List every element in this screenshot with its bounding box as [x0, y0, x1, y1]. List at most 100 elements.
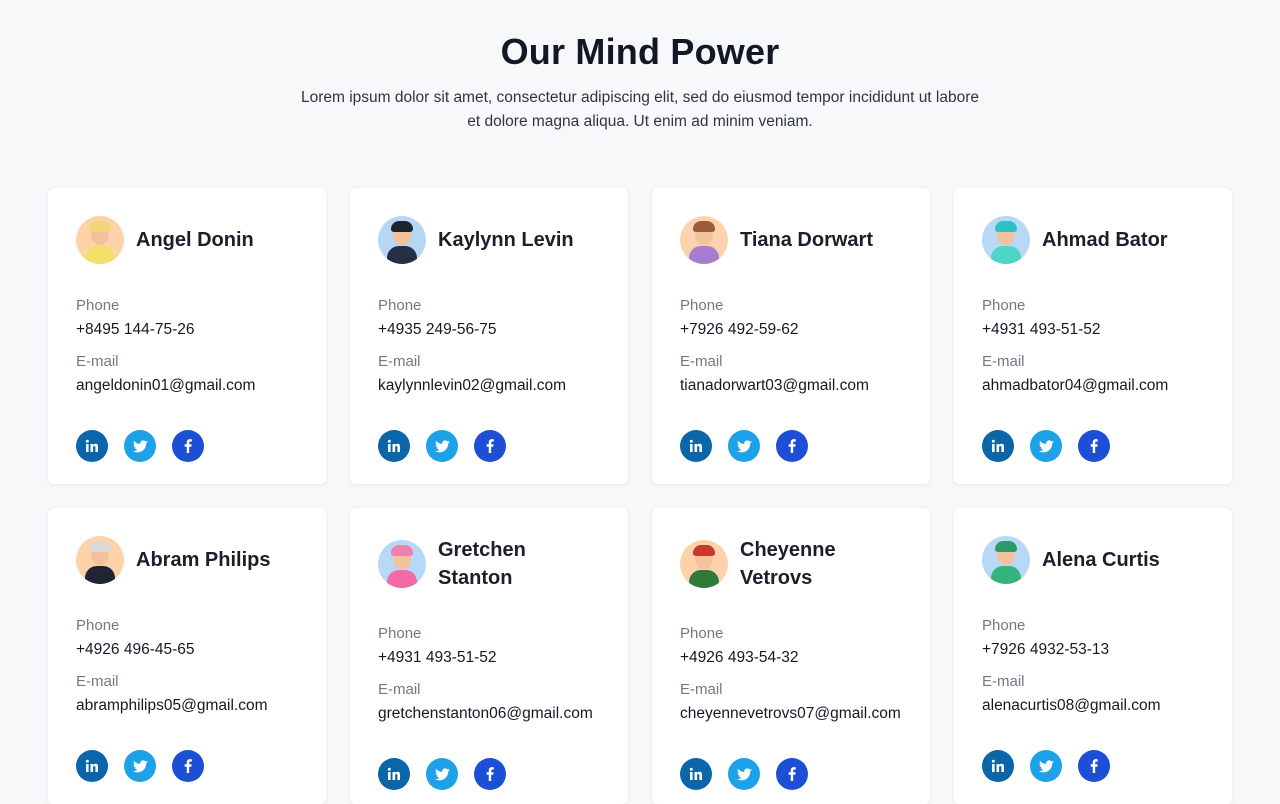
contact-fields: Phone +8495 144-75-26 E-mail angeldonin0… [76, 294, 298, 398]
facebook-button[interactable] [474, 758, 506, 790]
avatar-body [387, 246, 417, 264]
avatar-hair [995, 541, 1017, 552]
linkedin-button[interactable] [680, 430, 712, 462]
contact-fields: Phone +4935 249-56-75 E-mail kaylynnlevi… [378, 294, 600, 398]
linkedin-icon [85, 759, 98, 772]
email-label: E-mail [680, 353, 723, 370]
facebook-icon [788, 767, 796, 781]
twitter-icon [736, 439, 752, 452]
phone-label: Phone [378, 625, 422, 642]
email-value: ahmadbator04@gmail.com [982, 377, 1169, 394]
contact-fields: Phone +4926 493-54-32 E-mail cheyennevet… [680, 622, 902, 726]
linkedin-button[interactable] [378, 430, 410, 462]
facebook-button[interactable] [474, 430, 506, 462]
member-header: Kaylynn Levin [378, 216, 600, 264]
avatar-body [991, 566, 1021, 584]
linkedin-icon [991, 759, 1004, 772]
facebook-button[interactable] [776, 430, 808, 462]
twitter-button[interactable] [1030, 750, 1062, 782]
facebook-icon [486, 439, 494, 453]
linkedin-icon [689, 767, 702, 780]
phone-value: +4926 496-45-65 [76, 641, 195, 658]
twitter-button[interactable] [124, 430, 156, 462]
page-title: Our Mind Power [500, 31, 780, 72]
member-name: Kaylynn Levin [438, 229, 574, 251]
email-label: E-mail [982, 673, 1025, 690]
phone-value: +4931 493-51-52 [982, 321, 1101, 338]
email-label: E-mail [982, 353, 1025, 370]
contact-fields: Phone +4931 493-51-52 E-mail ahmadbator0… [982, 294, 1204, 398]
twitter-button[interactable] [728, 430, 760, 462]
twitter-button[interactable] [1030, 430, 1062, 462]
avatar [680, 216, 728, 264]
email-label: E-mail [680, 681, 723, 698]
phone-value: +8495 144-75-26 [76, 321, 195, 338]
twitter-icon [434, 439, 450, 452]
linkedin-button[interactable] [982, 430, 1014, 462]
member-name: Angel Donin [136, 229, 254, 251]
member-header: Alena Curtis [982, 536, 1204, 584]
twitter-button[interactable] [728, 758, 760, 790]
email-value: abramphilips05@gmail.com [76, 697, 268, 714]
avatar-hair [391, 545, 413, 556]
team-member-card: Angel Donin Phone +8495 144-75-26 E-mail… [48, 188, 326, 484]
avatar [76, 216, 124, 264]
team-member-card: Tiana Dorwart Phone +7926 492-59-62 E-ma… [652, 188, 930, 484]
twitter-icon [1038, 439, 1054, 452]
social-links [76, 750, 298, 782]
linkedin-button[interactable] [982, 750, 1014, 782]
member-name: Cheyenne Vetrovs [740, 539, 836, 589]
email-value: angeldonin01@gmail.com [76, 377, 256, 394]
social-links [378, 758, 600, 790]
member-header: Abram Philips [76, 536, 298, 584]
member-header: Gretchen Stanton [378, 536, 600, 592]
facebook-button[interactable] [172, 750, 204, 782]
team-member-card: Abram Philips Phone +4926 496-45-65 E-ma… [48, 508, 326, 804]
facebook-button[interactable] [1078, 750, 1110, 782]
email-label: E-mail [76, 353, 119, 370]
section-header: Our Mind Power Lorem ipsum dolor sit ame… [0, 0, 1280, 134]
phone-value: +7926 4932-53-13 [982, 641, 1110, 658]
avatar-hair [89, 221, 111, 232]
phone-label: Phone [680, 625, 724, 642]
facebook-button[interactable] [1078, 430, 1110, 462]
phone-label: Phone [378, 297, 422, 314]
member-header: Ahmad Bator [982, 216, 1204, 264]
team-grid: Angel Donin Phone +8495 144-75-26 E-mail… [48, 188, 1232, 804]
email-value: tianadorwart03@gmail.com [680, 377, 869, 394]
twitter-button[interactable] [426, 430, 458, 462]
linkedin-icon [85, 439, 98, 452]
email-label: E-mail [378, 353, 421, 370]
linkedin-icon [387, 767, 400, 780]
email-value: cheyennevetrovs07@gmail.com [680, 705, 901, 722]
avatar-body [85, 246, 115, 264]
facebook-button[interactable] [172, 430, 204, 462]
linkedin-button[interactable] [680, 758, 712, 790]
linkedin-icon [991, 439, 1004, 452]
linkedin-button[interactable] [76, 430, 108, 462]
member-header: Cheyenne Vetrovs [680, 536, 902, 592]
facebook-button[interactable] [776, 758, 808, 790]
twitter-button[interactable] [426, 758, 458, 790]
twitter-icon [1038, 759, 1054, 772]
member-name: Alena Curtis [1042, 549, 1160, 571]
social-links [982, 750, 1204, 782]
phone-value: +7926 492-59-62 [680, 321, 799, 338]
linkedin-button[interactable] [378, 758, 410, 790]
member-name: Tiana Dorwart [740, 229, 873, 251]
member-header: Tiana Dorwart [680, 216, 902, 264]
avatar-body [689, 570, 719, 588]
facebook-icon [1090, 439, 1098, 453]
team-member-card: Alena Curtis Phone +7926 4932-53-13 E-ma… [954, 508, 1232, 804]
member-name: Gretchen Stanton [438, 539, 526, 589]
twitter-button[interactable] [124, 750, 156, 782]
linkedin-button[interactable] [76, 750, 108, 782]
page-subtitle: Lorem ipsum dolor sit amet, consectetur … [300, 89, 980, 130]
email-value: gretchenstanton06@gmail.com [378, 705, 593, 722]
social-links [680, 430, 902, 462]
linkedin-icon [689, 439, 702, 452]
avatar-body [85, 566, 115, 584]
team-member-card: Cheyenne Vetrovs Phone +4926 493-54-32 E… [652, 508, 930, 804]
member-name: Ahmad Bator [1042, 229, 1168, 251]
linkedin-icon [387, 439, 400, 452]
